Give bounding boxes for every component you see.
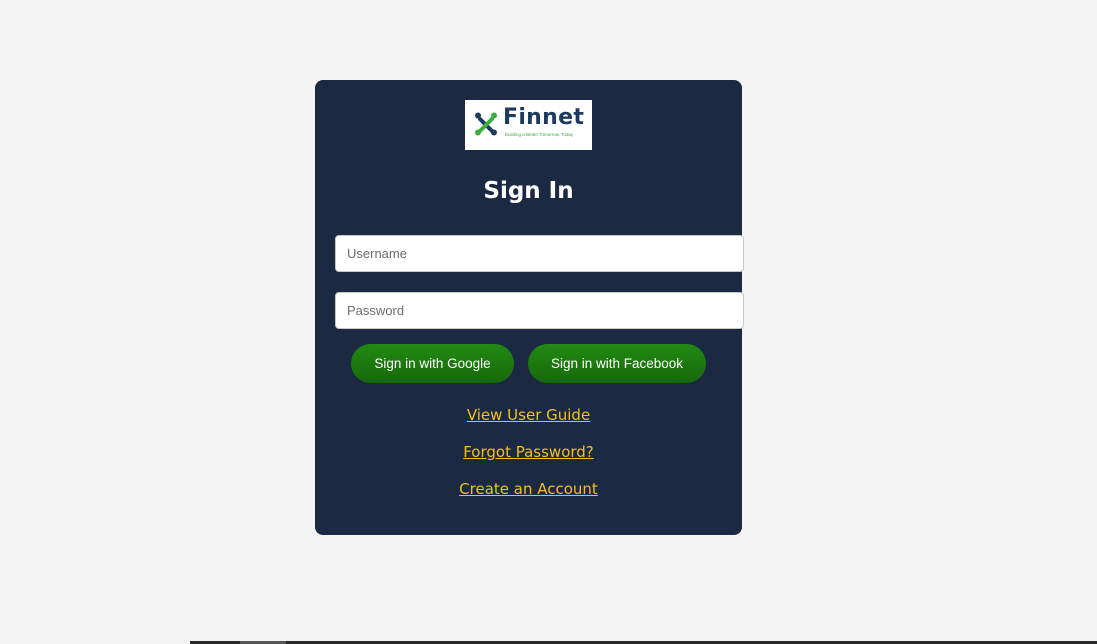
logo-wordmark: Finnet: [503, 105, 585, 130]
create-account-link[interactable]: Create an Account: [315, 480, 742, 498]
view-user-guide-link[interactable]: View User Guide: [315, 406, 742, 424]
sign-in-google-button[interactable]: Sign in with Google: [351, 344, 514, 383]
sign-in-card: Finnet Building a Better Tomorrow, Today…: [315, 80, 744, 535]
sign-in-facebook-button[interactable]: Sign in with Facebook: [528, 344, 706, 383]
forgot-password-link[interactable]: Forgot Password?: [315, 443, 742, 461]
username-input[interactable]: [335, 235, 744, 272]
page-title: Sign In: [483, 178, 574, 204]
logo-tagline: Building a Better Tomorrow, Today: [505, 132, 574, 137]
finnet-x-logo-icon: [475, 112, 497, 136]
finnet-logo: Finnet Building a Better Tomorrow, Today: [465, 100, 592, 150]
password-input[interactable]: [335, 292, 744, 329]
